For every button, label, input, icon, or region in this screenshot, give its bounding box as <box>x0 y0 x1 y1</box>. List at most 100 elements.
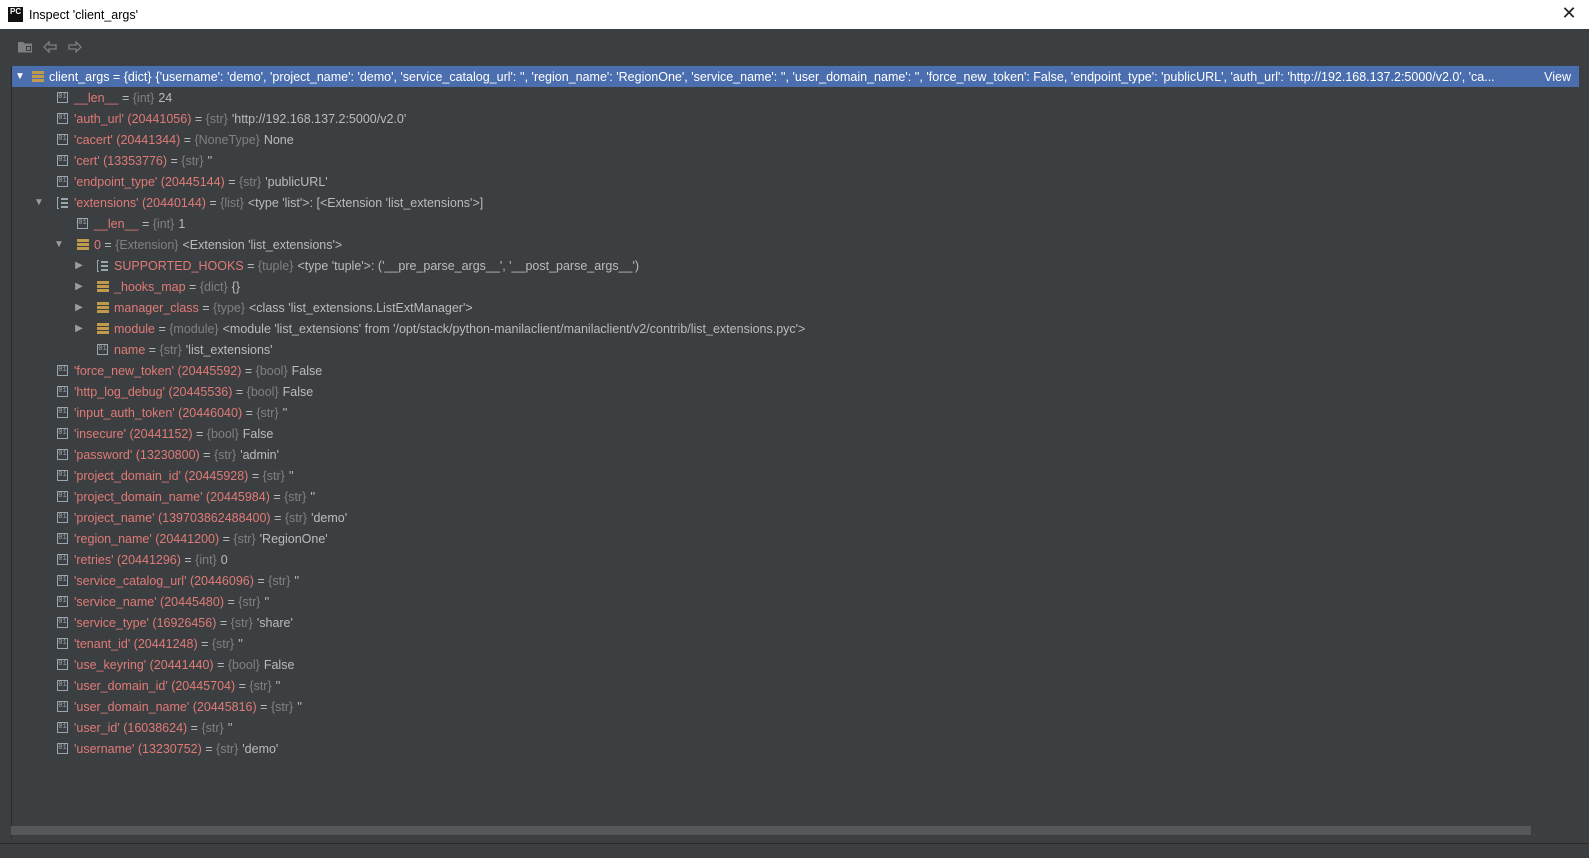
tree-row[interactable]: 01 'project_name' (139703862488400) = {s… <box>12 507 1579 528</box>
variable-name: 'input_auth_token' (20446040) <box>74 405 243 420</box>
collapse-arrow-icon[interactable]: ▶ <box>73 302 85 313</box>
tree-row-root[interactable]: ▼ client_args = {dict} {'username': 'dem… <box>12 66 1579 87</box>
collapse-arrow-icon[interactable]: ▶ <box>73 281 85 292</box>
variable-type: {str} <box>181 153 204 168</box>
variable-name: 'region_name' (20441200) <box>74 531 220 546</box>
view-link[interactable]: View <box>1544 70 1571 84</box>
tree-row[interactable]: 01 'input_auth_token' (20446040) = {str}… <box>12 402 1579 423</box>
variable-name: 'auth_url' (20441056) <box>74 111 192 126</box>
tree-row[interactable]: ▶ module = {module} <module 'list_extensi… <box>12 318 1579 339</box>
variable-name: 'http_log_debug' (20445536) <box>74 384 233 399</box>
list-icon <box>56 196 69 209</box>
tree-row[interactable]: 01 'project_domain_id' (20445928) = {str… <box>12 465 1579 486</box>
primitive-icon: 01 <box>57 512 68 523</box>
variable-name: __len__ <box>94 216 139 231</box>
variable-type: {str} <box>268 573 291 588</box>
tree-row[interactable]: 01 name = {str}'list_extensions' <box>12 339 1579 360</box>
tree-row[interactable]: ▶ _hooks_map = {dict}{} <box>12 276 1579 297</box>
variable-value: '' <box>275 678 281 693</box>
variable-name: 'extensions' (20440144) <box>74 195 206 210</box>
variable-type: {str} <box>238 174 262 189</box>
primitive-icon: 01 <box>57 533 68 544</box>
expand-arrow-icon[interactable]: ▼ <box>33 197 45 208</box>
variable-tree[interactable]: ▼ client_args = {dict} {'username': 'dem… <box>11 66 1579 838</box>
tree-row[interactable]: 01 'user_domain_name' (20445816) = {str}… <box>12 696 1579 717</box>
variable-name: 0 <box>94 237 101 252</box>
expand-arrow-icon[interactable]: ▼ <box>14 71 26 82</box>
tree-row[interactable]: 01 'retries' (20441296) = {int} 0 <box>12 549 1579 570</box>
variable-name: _hooks_map <box>114 279 186 294</box>
tree-row[interactable]: 01 'http_log_debug' (20445536) = {bool} F… <box>12 381 1579 402</box>
variable-name: 'retries' (20441296) <box>74 552 181 567</box>
tree-row[interactable]: 01 'username' (13230752) = {str}'demo' <box>12 738 1579 759</box>
variable-value: 'list_extensions' <box>185 342 273 357</box>
primitive-icon: 01 <box>57 470 68 481</box>
variable-type: {str} <box>284 489 307 504</box>
tree-row[interactable]: 01 'endpoint_type' (20445144) = {str}'pu… <box>12 171 1579 192</box>
tree-row[interactable]: 01 'service_name' (20445480) = {str} '' <box>12 591 1579 612</box>
variable-value: False <box>263 657 295 672</box>
variable-value: '' <box>297 699 302 714</box>
tree-row[interactable]: 01 'project_domain_name' (20445984) = {s… <box>12 486 1579 507</box>
variable-value: None <box>263 132 294 147</box>
tree-row[interactable]: 01 'user_id' (16038624) = {str} '' <box>12 717 1579 738</box>
collapse-arrow-icon[interactable]: ▶ <box>73 260 85 271</box>
variable-name: 'service_catalog_url' (20446096) <box>74 573 254 588</box>
primitive-icon: 01 <box>57 722 68 733</box>
variable-type: {str} <box>205 111 228 126</box>
tree-row[interactable]: 01 'insecure' (20441152) = {bool} False <box>12 423 1579 444</box>
variable-type: {str} <box>238 594 261 609</box>
variable-type: {str} <box>230 615 253 630</box>
folder-icon[interactable] <box>15 37 35 57</box>
close-button[interactable]: ✕ <box>1559 3 1579 23</box>
tree-row[interactable]: 01 'service_catalog_url' (20446096) = {s… <box>12 570 1579 591</box>
tree-row[interactable]: 01 'tenant_id' (20441248) = {str} '' <box>12 633 1579 654</box>
variable-name: name <box>114 342 146 357</box>
tree-row[interactable]: 01 'force_new_token' (20445592) = {bool}… <box>12 360 1579 381</box>
tree-row[interactable]: 01 __len__ = {int} 1 <box>12 213 1579 234</box>
tree-row[interactable]: 01 'cert' (13353776) = {str} '' <box>12 150 1579 171</box>
horizontal-scrollbar[interactable] <box>11 826 1531 835</box>
variable-value: False <box>242 426 274 441</box>
tree-row[interactable]: 01 'password' (13230800) = {str}'admin' <box>12 444 1579 465</box>
forward-arrow-icon[interactable] <box>65 37 85 57</box>
object-icon <box>76 238 89 251</box>
variable-value: False <box>291 363 323 378</box>
tree-row[interactable]: 01 'region_name' (20441200) = {str} 'Regi… <box>12 528 1579 549</box>
primitive-icon: 01 <box>57 701 68 712</box>
primitive-icon: 01 <box>57 575 68 586</box>
variable-type: {tuple} <box>257 258 294 273</box>
variable-name: 'user_id' (16038624) <box>74 720 188 735</box>
variable-type: {str} <box>233 531 256 546</box>
variable-value: '' <box>282 405 288 420</box>
collapse-arrow-icon[interactable]: ▶ <box>73 323 85 334</box>
variable-type: {int} <box>152 216 175 231</box>
list-icon <box>96 259 109 272</box>
variable-value: '' <box>288 468 294 483</box>
variable-type: {bool} <box>246 384 279 399</box>
variable-name: 'project_domain_name' (20445984) <box>74 489 270 504</box>
toolbar <box>0 29 1589 65</box>
tree-row-extensions[interactable]: ▼ 'extensions' (20440144) = {list} <type … <box>12 192 1579 213</box>
variable-name: 'user_domain_name' (20445816) <box>74 699 257 714</box>
tree-row[interactable]: 01 'user_domain_id' (20445704) = {str} '' <box>12 675 1579 696</box>
tree-row[interactable]: 01 'use_keyring' (20441440) = {bool} Fals… <box>12 654 1579 675</box>
variable-type: {module} <box>169 321 219 336</box>
tree-row[interactable]: ▶ manager_class = {type} <class 'list_ext… <box>12 297 1579 318</box>
variable-type: {int} <box>132 90 155 105</box>
tree-row[interactable]: 01 'cacert' (20441344) = {NoneType} None <box>12 129 1579 150</box>
variable-type: {Extension} <box>115 237 179 252</box>
primitive-icon: 01 <box>57 428 68 439</box>
variable-value: {} <box>231 279 240 294</box>
primitive-icon: 01 <box>57 491 68 502</box>
tree-row[interactable]: 01 'service_type' (16926456) = {str}'sha… <box>12 612 1579 633</box>
tree-row[interactable]: 01 'auth_url' (20441056) = {str}'http://… <box>12 108 1579 129</box>
back-arrow-icon[interactable] <box>40 37 60 57</box>
tree-row-extension-0[interactable]: ▼ 0 = {Extension} <Extension 'list_extens… <box>12 234 1579 255</box>
variable-value: 'admin' <box>240 447 280 462</box>
tree-row[interactable]: 01 __len__ = {int} 24 <box>12 87 1579 108</box>
tree-row[interactable]: ▶ SUPPORTED_HOOKS = {tuple} <type 'tuple'… <box>12 255 1579 276</box>
variable-type: {bool} <box>227 657 260 672</box>
variable-name: 'username' (13230752) <box>74 741 202 756</box>
expand-arrow-icon[interactable]: ▼ <box>53 239 65 250</box>
